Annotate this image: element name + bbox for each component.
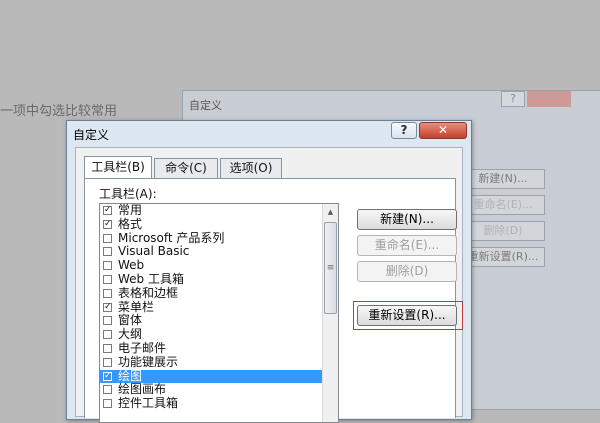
help-button[interactable]: ? xyxy=(391,122,417,139)
list-item[interactable]: ✓ 常用 xyxy=(100,204,338,218)
toolbars-list-label: 工具栏(A): xyxy=(99,187,157,201)
toolbar-checkbox[interactable] xyxy=(103,288,112,298)
list-item[interactable]: 功能键展示 xyxy=(100,354,338,370)
toolbar-checkbox[interactable] xyxy=(103,330,112,340)
reset-toolbar-button[interactable]: 重新设置(R)... xyxy=(357,305,457,326)
list-item[interactable]: Web 工具箱 xyxy=(100,271,338,287)
tab-options[interactable]: 选项(O) xyxy=(220,158,282,178)
toolbar-checkbox[interactable] xyxy=(103,261,112,271)
list-item[interactable]: Microsoft 产品系列 xyxy=(100,230,338,246)
list-item[interactable]: 表格和边框 xyxy=(100,285,338,301)
background-hint-text: 一项中勾选比较常用 xyxy=(0,104,118,119)
background-rename-button: 重命名(E)... xyxy=(461,195,545,215)
list-item[interactable]: ✓ 菜单栏 xyxy=(100,299,338,315)
rename-toolbar-button[interactable]: 重命名(E)... xyxy=(357,235,457,256)
toolbar-checkbox[interactable]: ✓ xyxy=(103,206,112,215)
tab-commands[interactable]: 命令(C) xyxy=(154,158,218,178)
toolbar-checkbox[interactable] xyxy=(103,399,112,409)
background-reset-button: 重新设置(R)... xyxy=(461,247,545,267)
background-close-button xyxy=(527,91,571,107)
toolbar-label: 控件工具箱 xyxy=(118,396,179,411)
toolbar-checkbox[interactable]: ✓ xyxy=(103,219,112,229)
close-icon: ✕ xyxy=(437,123,449,137)
toolbar-checkbox[interactable]: ✓ xyxy=(103,302,112,312)
new-toolbar-button[interactable]: 新建(N)... xyxy=(357,209,457,230)
toolbar-label: 表格和边框 xyxy=(118,285,179,300)
tab-toolbars[interactable]: 工具栏(B) xyxy=(84,156,152,178)
delete-toolbar-button[interactable]: 删除(D) xyxy=(357,261,457,282)
toolbar-checkbox[interactable] xyxy=(103,274,112,284)
toolbar-checkbox[interactable] xyxy=(103,233,112,243)
toolbar-checkbox[interactable] xyxy=(103,343,112,353)
dialog-titlebar[interactable]: 自定义 ? ✕ xyxy=(67,121,471,145)
toolbar-checkbox[interactable] xyxy=(103,357,112,367)
toolbar-label: Microsoft 产品系列 xyxy=(118,230,225,245)
scroll-up-arrow-icon[interactable]: ▲ xyxy=(323,204,338,220)
toolbar-checkbox[interactable] xyxy=(103,385,112,395)
toolbar-checkbox[interactable] xyxy=(103,316,112,326)
list-item[interactable]: 大纲 xyxy=(100,327,338,342)
toolbar-label: Web xyxy=(118,258,145,273)
list-item[interactable]: 控件工具箱 xyxy=(100,396,338,411)
list-item[interactable]: ✓ 格式 xyxy=(100,216,338,232)
toolbar-label: 窗体 xyxy=(118,313,143,328)
customize-dialog: 自定义 ? ✕ 工具栏(B) 命令(C) 选项(O) 工具栏(A): ✓ 常用 ✓ 格… xyxy=(66,120,472,423)
dialog-panel: 工具栏(B) 命令(C) 选项(O) 工具栏(A): ✓ 常用 ✓ 格式 Microso… xyxy=(75,147,463,423)
close-button[interactable]: ✕ xyxy=(419,122,467,139)
toolbar-label: 绘图 xyxy=(118,368,143,383)
toolbar-checkbox[interactable] xyxy=(103,247,112,257)
toolbar-label: Web 工具箱 xyxy=(118,271,184,286)
listbox-scrollbar[interactable]: ▲ ≡ xyxy=(322,204,338,422)
background-delete-button: 删除(D) xyxy=(461,221,545,241)
list-item[interactable]: Web xyxy=(100,258,338,273)
list-item[interactable]: Visual Basic xyxy=(100,244,338,259)
toolbar-label: 功能键展示 xyxy=(118,354,179,369)
toolbar-label: 电子邮件 xyxy=(118,340,167,355)
toolbars-listbox[interactable]: ✓ 常用 ✓ 格式 Microsoft 产品系列 Visual Basic Web Web 工… xyxy=(99,203,339,423)
toolbar-label: 格式 xyxy=(118,216,143,231)
list-item[interactable]: 电子邮件 xyxy=(100,340,338,356)
background-help-button: ? xyxy=(501,91,525,107)
dialog-title: 自定义 xyxy=(73,128,110,142)
toolbar-label: 绘图画布 xyxy=(118,382,167,397)
toolbar-label: Visual Basic xyxy=(118,244,190,259)
toolbar-label: 常用 xyxy=(118,203,143,217)
toolbar-label: 大纲 xyxy=(118,327,143,342)
toolbar-label: 菜单栏 xyxy=(118,299,155,314)
toolbar-checkbox[interactable]: ✓ xyxy=(103,371,112,381)
list-item[interactable]: 窗体 xyxy=(100,313,338,328)
background-window-title: 自定义 xyxy=(189,99,222,112)
background-new-button: 新建(N)... xyxy=(461,169,545,189)
scroll-thumb[interactable]: ≡ xyxy=(324,222,337,314)
toolbars-tab-body: 工具栏(A): ✓ 常用 ✓ 格式 Microsoft 产品系列 Visual Basic… xyxy=(84,178,463,423)
